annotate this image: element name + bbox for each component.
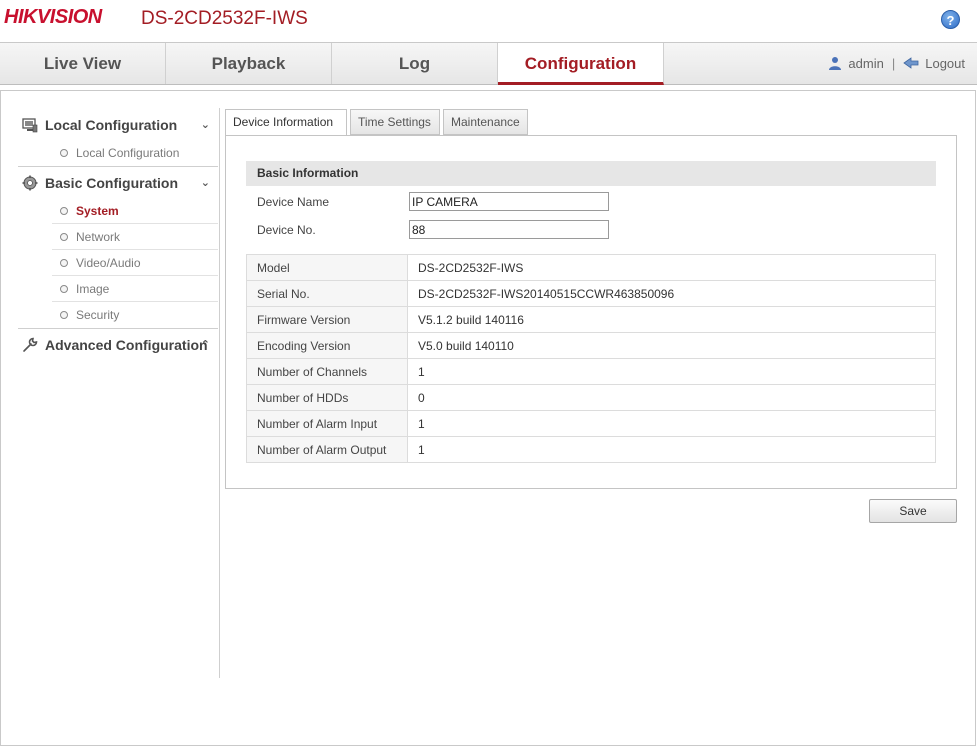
tab-time-settings[interactable]: Time Settings bbox=[350, 109, 440, 135]
bullet-icon bbox=[60, 149, 68, 157]
save-button[interactable]: Save bbox=[869, 499, 957, 523]
main-navigation: Live View Playback Log Configuration adm… bbox=[0, 42, 977, 85]
info-label: Serial No. bbox=[246, 280, 408, 307]
nav-tab-log[interactable]: Log bbox=[332, 43, 498, 84]
info-value: V5.0 build 140110 bbox=[407, 332, 936, 359]
nav-tab-playback[interactable]: Playback bbox=[166, 43, 332, 84]
info-value: DS-2CD2532F-IWS bbox=[407, 254, 936, 281]
user-icon bbox=[829, 57, 842, 70]
device-model-title: DS-2CD2532F-IWS bbox=[141, 8, 308, 29]
tab-maintenance[interactable]: Maintenance bbox=[443, 109, 528, 135]
sidebar-section-label: Local Configuration bbox=[45, 117, 178, 133]
logo-part-1: HIK bbox=[4, 6, 37, 28]
section-title: Basic Information bbox=[246, 161, 936, 186]
gear-icon bbox=[22, 175, 38, 191]
sidebar-divider bbox=[18, 328, 218, 329]
sidebar-item-label: Video/Audio bbox=[76, 256, 141, 270]
sidebar-section-label: Basic Configuration bbox=[45, 175, 179, 191]
info-label: Encoding Version bbox=[246, 332, 408, 359]
username-link[interactable]: admin bbox=[848, 56, 883, 71]
sidebar: Local Configuration ⌄ Local Configuratio… bbox=[18, 108, 220, 678]
bullet-icon bbox=[60, 233, 68, 241]
info-label: Firmware Version bbox=[246, 306, 408, 333]
info-value: DS-2CD2532F-IWS20140515CCWR463850096 bbox=[407, 280, 936, 307]
bullet-icon bbox=[60, 207, 68, 215]
info-value: 1 bbox=[407, 436, 936, 463]
nav-tab-live-view[interactable]: Live View bbox=[0, 43, 166, 84]
sidebar-item-system[interactable]: System bbox=[52, 198, 218, 224]
info-value: 1 bbox=[407, 358, 936, 385]
device-no-label: Device No. bbox=[257, 223, 316, 237]
logout-icon bbox=[903, 57, 919, 69]
sidebar-item-label: Security bbox=[76, 308, 120, 322]
table-row: Firmware Version V5.1.2 build 140116 bbox=[246, 306, 936, 333]
sidebar-item-label: Local Configuration bbox=[76, 146, 180, 160]
sidebar-item-security[interactable]: Security bbox=[52, 302, 218, 328]
help-icon[interactable]: ? bbox=[941, 10, 960, 29]
device-no-input[interactable] bbox=[409, 220, 609, 239]
table-row: Number of Alarm Input 1 bbox=[246, 410, 936, 437]
bullet-icon bbox=[60, 311, 68, 319]
sidebar-divider bbox=[18, 166, 218, 167]
table-row: Number of Alarm Output 1 bbox=[246, 436, 936, 463]
nav-tab-configuration[interactable]: Configuration bbox=[498, 43, 664, 85]
device-name-label: Device Name bbox=[257, 195, 330, 209]
info-label: Model bbox=[246, 254, 408, 281]
table-row: Model DS-2CD2532F-IWS bbox=[246, 254, 936, 281]
table-row: Number of Channels 1 bbox=[246, 358, 936, 385]
device-name-input[interactable] bbox=[409, 192, 609, 211]
sidebar-item-label: Network bbox=[76, 230, 121, 244]
header-bar: HIKVISION DS-2CD2532F-IWS ? bbox=[0, 0, 977, 42]
info-value: 0 bbox=[407, 384, 936, 411]
sidebar-item-network[interactable]: Network bbox=[52, 224, 218, 250]
chevron-down-icon: ⌄ bbox=[200, 177, 210, 189]
user-area: admin | Logout bbox=[828, 43, 965, 84]
sidebar-section-advanced-configuration[interactable]: Advanced Configuration ⌃ bbox=[18, 332, 218, 358]
bullet-icon bbox=[60, 259, 68, 267]
device-information-panel: Basic Information Device Name Device No.… bbox=[225, 135, 957, 489]
info-label: Number of Channels bbox=[246, 358, 408, 385]
bullet-icon bbox=[60, 285, 68, 293]
sidebar-item-local-configuration[interactable]: Local Configuration bbox=[52, 140, 218, 166]
sidebar-item-video-audio[interactable]: Video/Audio bbox=[52, 250, 218, 276]
logout-link[interactable]: Logout bbox=[925, 56, 965, 71]
chevron-down-icon: ⌄ bbox=[200, 119, 210, 131]
sidebar-section-label: Advanced Configuration bbox=[45, 337, 208, 353]
sidebar-section-local-configuration[interactable]: Local Configuration ⌄ bbox=[18, 112, 218, 138]
info-value: 1 bbox=[407, 410, 936, 437]
logo-part-2: VISION bbox=[36, 6, 102, 28]
info-value: V5.1.2 build 140116 bbox=[407, 306, 936, 333]
chevron-up-icon: ⌃ bbox=[200, 339, 210, 351]
table-row: Number of HDDs 0 bbox=[246, 384, 936, 411]
computer-icon bbox=[22, 118, 38, 133]
table-row: Serial No. DS-2CD2532F-IWS20140515CCWR463… bbox=[246, 280, 936, 307]
sidebar-item-image[interactable]: Image bbox=[52, 276, 218, 302]
user-separator: | bbox=[891, 56, 896, 71]
table-row: Encoding Version V5.0 build 140110 bbox=[246, 332, 936, 359]
info-label: Number of Alarm Output bbox=[246, 436, 408, 463]
device-info-table: Model DS-2CD2532F-IWS Serial No. DS-2CD2532… bbox=[246, 254, 936, 463]
info-label: Number of HDDs bbox=[246, 384, 408, 411]
sidebar-section-basic-configuration[interactable]: Basic Configuration ⌄ bbox=[18, 170, 218, 196]
info-label: Number of Alarm Input bbox=[246, 410, 408, 437]
tab-device-information[interactable]: Device Information bbox=[225, 109, 347, 136]
sidebar-item-label: Image bbox=[76, 282, 110, 296]
hikvision-logo: HIKVISION bbox=[4, 6, 102, 29]
sidebar-item-label: System bbox=[76, 204, 119, 218]
wrench-icon bbox=[23, 337, 38, 352]
